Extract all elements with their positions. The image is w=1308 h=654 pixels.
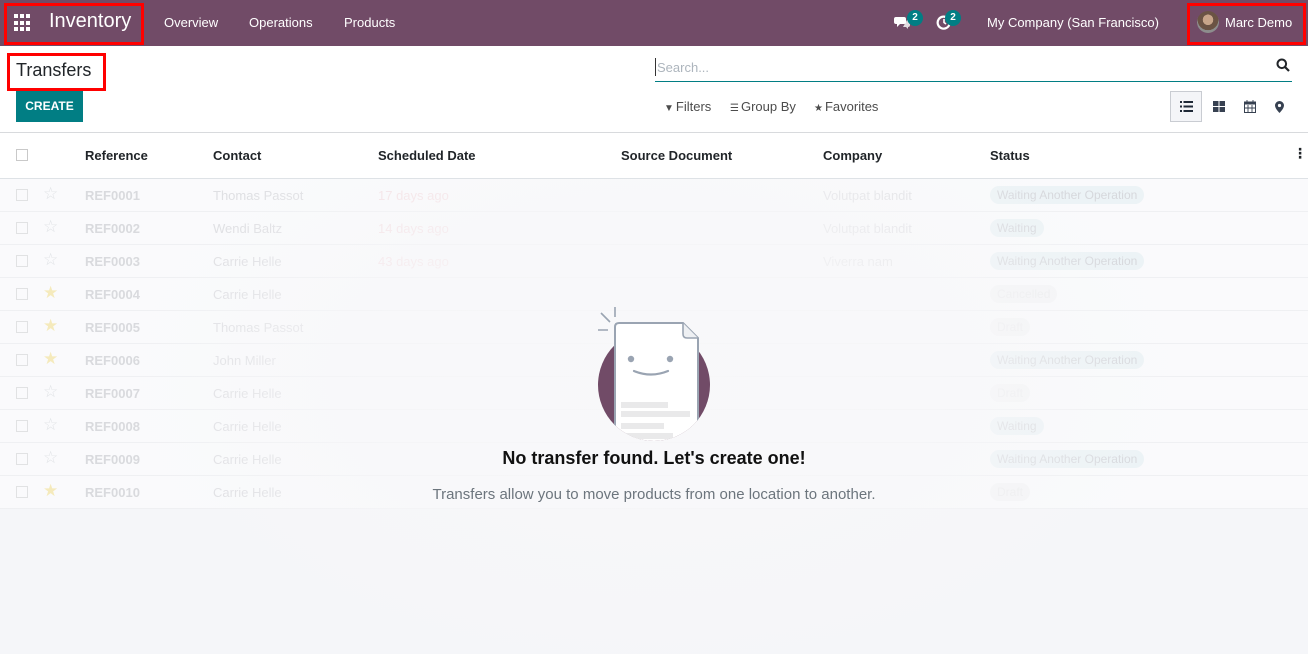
filters-label: Filters	[675, 99, 712, 114]
empty-state-description: Transfers allow you to move products fro…	[432, 486, 876, 503]
menu-operations[interactable]: Operations	[249, 15, 313, 30]
favorites-label: Favorites	[824, 99, 879, 114]
control-panel: Transfers CREATE ▼Filters ☰Group By ★Fav…	[0, 46, 1308, 133]
user-menu[interactable]: Marc Demo	[1225, 15, 1292, 30]
kanban-view-button[interactable]	[1203, 91, 1235, 122]
list-header: Reference Contact Scheduled Date Source …	[0, 133, 1308, 179]
column-contact[interactable]: Contact	[213, 148, 261, 163]
page-title: Transfers	[16, 60, 92, 80]
top-navbar: Inventory Overview Operations Products 2…	[0, 0, 1308, 46]
list-icon	[1179, 101, 1193, 112]
menu-overview[interactable]: Overview	[164, 15, 218, 30]
kanban-icon	[1213, 101, 1225, 112]
company-switcher[interactable]: My Company (San Francisco)	[987, 15, 1159, 30]
star-icon: ★	[814, 103, 823, 114]
calendar-view-button[interactable]	[1234, 91, 1266, 122]
filters-button[interactable]: ▼ Filters	[664, 99, 711, 114]
bars-icon: ☰	[730, 103, 739, 114]
search-icon[interactable]	[1276, 58, 1290, 72]
column-source-document[interactable]: Source Document	[621, 148, 732, 163]
user-avatar[interactable]	[1197, 11, 1219, 33]
empty-state-title: No transfer found. Let's create one!	[502, 448, 806, 468]
select-all-checkbox[interactable]	[16, 149, 28, 161]
column-scheduled-date[interactable]: Scheduled Date	[378, 148, 476, 163]
map-marker-icon	[1274, 100, 1284, 113]
calendar-icon	[1244, 100, 1256, 113]
group-by-button[interactable]: ☰ Group By	[730, 99, 796, 114]
column-company[interactable]: Company	[823, 148, 882, 163]
column-status[interactable]: Status	[990, 148, 1030, 163]
messages-count-badge: 2	[907, 10, 923, 26]
apps-menu-icon[interactable]	[14, 14, 32, 32]
menu-products[interactable]: Products	[344, 15, 395, 30]
search-bar	[655, 54, 1292, 82]
empty-document-illustration	[598, 307, 710, 441]
optional-columns-icon[interactable]: ⋮	[1293, 146, 1307, 160]
filter-icon: ▼	[664, 103, 674, 114]
search-input[interactable]	[655, 58, 1255, 76]
column-reference[interactable]: Reference	[85, 148, 148, 163]
favorites-button[interactable]: ★ Favorites	[814, 99, 878, 114]
map-view-button[interactable]	[1263, 91, 1295, 122]
activities-count-badge: 2	[945, 10, 961, 26]
app-name[interactable]: Inventory	[49, 10, 131, 33]
list-view-button[interactable]	[1170, 91, 1202, 122]
create-button[interactable]: CREATE	[16, 91, 83, 122]
group-by-label: Group By	[740, 99, 796, 114]
